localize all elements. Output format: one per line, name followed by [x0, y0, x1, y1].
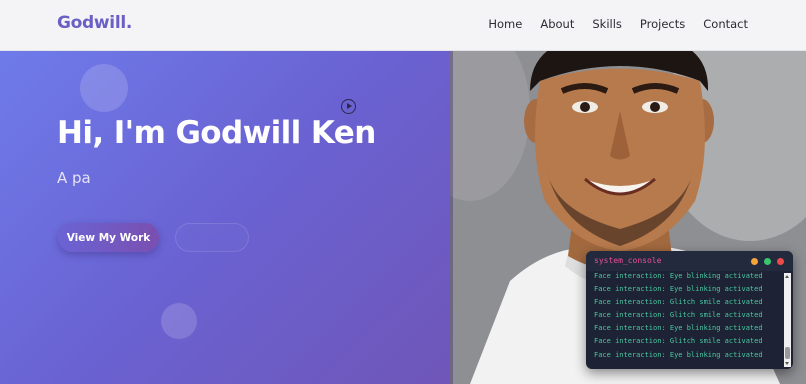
hero-title: Hi, I'm Godwill Ken — [57, 115, 376, 151]
nav-link-contact[interactable]: Contact — [703, 17, 748, 31]
console-log-line: Face interaction: Eye blinking activated — [594, 272, 763, 280]
system-console-window: system_console Face interaction: Eye bli… — [586, 251, 793, 369]
nav-link-projects[interactable]: Projects — [640, 17, 685, 31]
console-log-line: Face interaction: Glitch smile activated — [594, 337, 763, 346]
console-log: Face interaction: Eye blinking activated… — [594, 270, 778, 362]
scroll-thumb[interactable] — [785, 347, 790, 359]
close-dot-icon[interactable] — [777, 258, 784, 265]
contact-me-button[interactable]: Contact Me — [175, 223, 249, 252]
decorative-bubble — [161, 303, 197, 339]
minimize-dot-icon[interactable] — [751, 258, 758, 265]
site-header: Godwill. Home About Skills Projects Cont… — [0, 0, 806, 51]
nav-link-skills[interactable]: Skills — [592, 17, 622, 31]
scroll-up-arrow-icon[interactable] — [785, 275, 789, 278]
hero-section: Hi, I'm Godwill Ken A pa View My Work Co… — [0, 51, 450, 384]
console-title: system_console — [594, 256, 662, 265]
maximize-dot-icon[interactable] — [764, 258, 771, 265]
site-logo[interactable]: Godwill. — [57, 13, 132, 33]
nav-link-home[interactable]: Home — [488, 17, 522, 31]
view-my-work-button[interactable]: View My Work — [58, 223, 159, 252]
photo-divider — [450, 51, 453, 384]
hero-typing-subtitle: A pa — [57, 169, 91, 187]
console-log-line: Face interaction: Glitch smile activated — [594, 311, 763, 320]
console-log-line: Face interaction: Eye blinking activated — [594, 285, 763, 294]
scroll-down-arrow-icon[interactable] — [785, 362, 789, 365]
console-log-line: Face interaction: Eye blinking activated — [594, 350, 763, 359]
console-log-line: Face interaction: Eye blinking activated — [594, 324, 763, 333]
play-icon[interactable] — [341, 99, 356, 114]
main-nav: Home About Skills Projects Contact — [488, 17, 748, 31]
console-scrollbar[interactable] — [784, 273, 791, 367]
console-log-line: Face interaction: Glitch smile activated — [594, 298, 763, 307]
decorative-bubble — [80, 64, 128, 112]
console-titlebar: system_console — [586, 251, 793, 271]
nav-link-about[interactable]: About — [540, 17, 574, 31]
